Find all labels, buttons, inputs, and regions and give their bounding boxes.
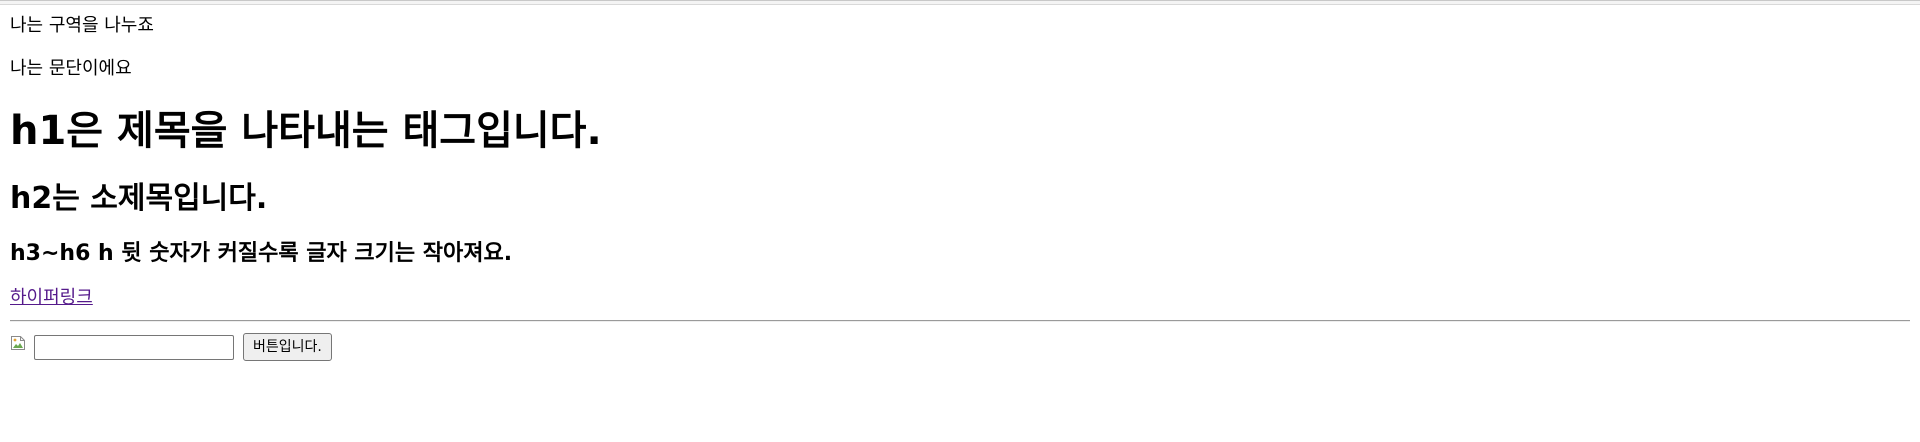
- heading-2: h2는 소제목입니다.: [10, 181, 268, 216]
- heading-3: h3~h6 h 뒷 숫자가 커질수록 글자 크기는 작아져요.: [10, 241, 513, 266]
- paragraph: 나는 문단이에요: [10, 58, 132, 79]
- div-block-text: 나는 구역을 나누죠: [10, 15, 154, 36]
- horizontal-rule: [10, 320, 1910, 322]
- browser-top-border: [0, 0, 1920, 5]
- text-input[interactable]: [34, 335, 234, 360]
- hyperlink[interactable]: 하이퍼링크: [10, 286, 93, 310]
- heading-1: h1은 제목을 나타내는 태그입니다.: [10, 108, 602, 154]
- submit-button[interactable]: 버튼입니다.: [243, 333, 332, 361]
- broken-image-icon: [10, 335, 26, 351]
